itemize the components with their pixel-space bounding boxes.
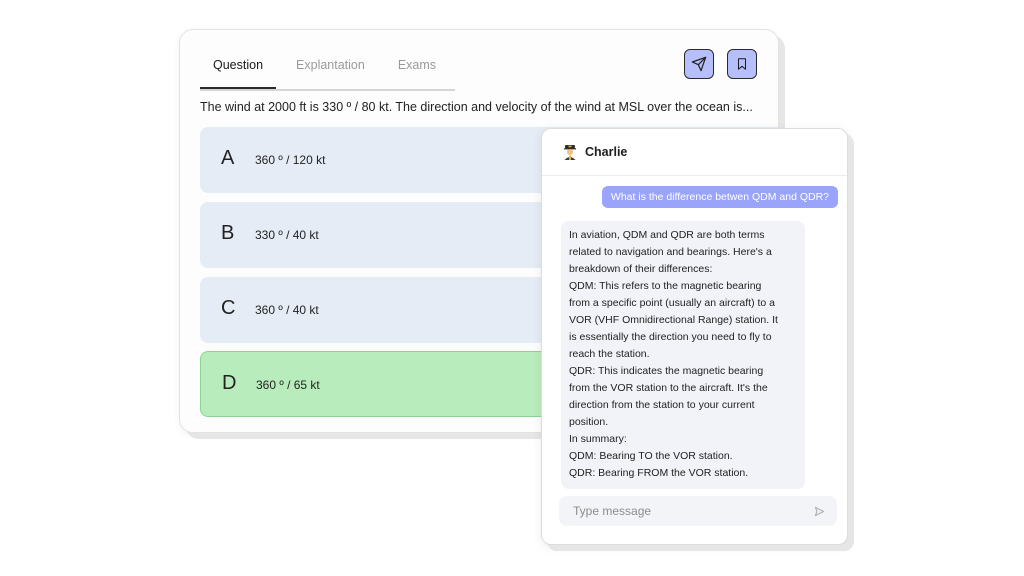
tab-explantation[interactable]: Explantation xyxy=(296,56,365,87)
bot-message: In aviation, QDM and QDR are both terms … xyxy=(561,221,805,489)
option-letter: A xyxy=(221,147,235,169)
send-button[interactable] xyxy=(684,49,714,79)
bot-message-line: reach the station. xyxy=(569,348,650,360)
chat-panel: Charlie What is the difference betwen QD… xyxy=(541,128,848,545)
bot-message-line: VOR (VHF Omnidirectional Range) station.… xyxy=(569,314,778,326)
chat-header: Charlie xyxy=(542,129,847,176)
option-letter: B xyxy=(221,222,235,244)
option-letter: D xyxy=(222,372,237,394)
tab-exams[interactable]: Exams xyxy=(398,56,436,87)
paper-plane-icon xyxy=(691,56,707,72)
bot-message-line: from a specific point (usually an aircra… xyxy=(569,297,776,309)
option-letter: C xyxy=(221,297,236,319)
bot-message-line: In summary: xyxy=(569,433,627,445)
bot-message-line: QDR: This indicates the magnetic bearing xyxy=(569,365,764,377)
tab-question[interactable]: Question xyxy=(200,56,277,89)
bot-message-line: breakdown of their differences: xyxy=(569,263,713,275)
chat-title: Charlie xyxy=(585,145,628,159)
option-text: 360 º / 120 kt xyxy=(255,153,326,167)
user-message: What is the difference betwen QDM and QD… xyxy=(601,186,838,208)
message-input[interactable] xyxy=(571,503,805,519)
send-arrow-icon xyxy=(814,506,824,516)
send-message-button[interactable] xyxy=(813,505,825,517)
bot-message-line: is essentially the direction you need to… xyxy=(569,331,772,343)
bot-message-line: QDM: This refers to the magnetic bearing xyxy=(569,280,762,292)
bookmark-icon xyxy=(737,58,747,70)
bot-message-line: position. xyxy=(569,416,609,428)
bot-message-line: QDM: Bearing TO the VOR station. xyxy=(569,450,733,462)
stage: Question Explantation Exams The wind at … xyxy=(0,0,1024,576)
bot-message-line: QDR: Bearing FROM the VOR station. xyxy=(569,467,749,479)
bot-message-line: from the VOR station to the aircraft. It… xyxy=(569,382,768,394)
bot-message-line: direction from the station to your curre… xyxy=(569,399,755,411)
option-text: 330 º / 40 kt xyxy=(255,228,319,242)
option-text: 360 º / 40 kt xyxy=(255,303,319,317)
message-composer xyxy=(559,496,837,526)
bot-message-line: In aviation, QDM and QDR are both terms xyxy=(569,229,765,241)
tab-bar: Question Explantation Exams xyxy=(200,56,455,91)
option-text: 360 º / 65 kt xyxy=(256,378,320,392)
bot-message-line: related to navigation and bearings. Here… xyxy=(569,246,772,258)
question-text: The wind at 2000 ft is 330 º / 80 kt. Th… xyxy=(200,100,753,114)
bookmark-button[interactable] xyxy=(727,49,757,79)
pilot-avatar-icon xyxy=(563,144,577,160)
